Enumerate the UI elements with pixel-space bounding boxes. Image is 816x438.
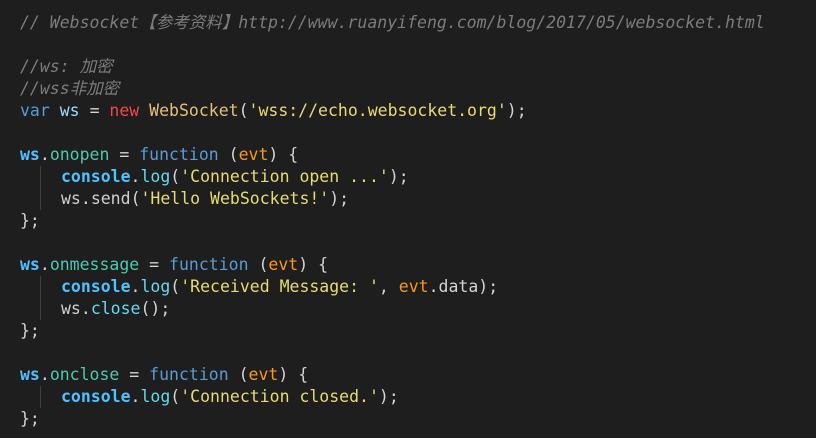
code-line: console.log('Connection closed.');	[61, 386, 399, 408]
indent-guide	[40, 386, 41, 408]
code-line: //ws: 加密	[20, 56, 113, 78]
code-token-wstext: ws	[61, 189, 81, 208]
code-token-ident: ws	[20, 145, 40, 164]
code-line: ws.close();	[61, 298, 170, 320]
code-token-ident: ws	[20, 365, 40, 384]
code-line: //wss非加密	[20, 78, 119, 100]
code-token-string: 'Received Message: '	[180, 277, 379, 296]
code-line: console.log('Connection open ...');	[61, 166, 409, 188]
code-token-punct: .	[39, 365, 50, 384]
code-token-op: =	[109, 145, 140, 164]
code-token-string: 'Hello WebSockets!'	[140, 189, 330, 208]
code-token-console: console	[61, 277, 131, 296]
code-token-var: ws	[49, 101, 90, 120]
code-token-method: close	[90, 299, 141, 318]
code-token-punct: );	[506, 101, 527, 120]
code-token-punct: ,	[378, 277, 399, 296]
code-token-class: WebSocket	[149, 101, 239, 120]
code-token-punct: );	[388, 167, 409, 186]
code-token-punct: ();	[140, 299, 171, 318]
code-token-punct: (	[248, 255, 269, 274]
code-token-punct: ) {	[298, 255, 329, 274]
code-token-method: log	[140, 387, 171, 406]
code-token-param: evt	[238, 145, 269, 164]
code-token-op: =	[139, 255, 170, 274]
code-line: };	[20, 408, 40, 430]
code-token-comment: //ws: 加密	[20, 57, 113, 76]
code-line: console.log('Received Message: ', evt.da…	[61, 276, 498, 298]
code-token-string: 'wss://echo.websocket.org'	[248, 101, 507, 120]
code-token-prop: onclose	[49, 365, 120, 384]
code-line: ws.send('Hello WebSockets!');	[61, 188, 349, 210]
code-token-func-kw: function	[169, 255, 249, 274]
code-line: ws.onclose = function (evt) {	[20, 364, 308, 386]
code-line: var ws = new WebSocket('wss://echo.webso…	[20, 100, 527, 122]
code-token-punct: .	[130, 387, 141, 406]
code-token-punct: );	[378, 387, 399, 406]
code-token-punct: .	[130, 167, 141, 186]
code-token-punct: .	[39, 145, 50, 164]
code-line: ws.onmessage = function (evt) {	[20, 254, 328, 276]
code-token-wstext: send	[90, 189, 131, 208]
code-token-punct: .	[130, 277, 141, 296]
code-token-console: console	[61, 387, 131, 406]
code-line: };	[20, 320, 40, 342]
code-token-punct: .	[39, 255, 50, 274]
code-token-punct: (	[170, 167, 181, 186]
code-token-param: evt	[248, 365, 279, 384]
code-token-punct: (	[130, 189, 141, 208]
code-token-op: =	[119, 365, 150, 384]
code-token-func-kw: function	[139, 145, 219, 164]
code-token-string: 'Connection closed.'	[180, 387, 379, 406]
code-line: // Websocket【参考资料】http://www.ruanyifeng.…	[20, 12, 765, 34]
code-token-punct: .	[80, 189, 91, 208]
code-token-string: 'Connection open ...'	[180, 167, 389, 186]
indent-guide	[40, 166, 41, 210]
code-token-punct: (	[218, 145, 239, 164]
code-token-prop: onmessage	[49, 255, 140, 274]
code-token-punct: };	[20, 211, 40, 230]
code-token-punct: (	[170, 387, 181, 406]
code-token-punct: };	[20, 321, 40, 340]
code-token-param: evt	[398, 277, 429, 296]
code-token-console: console	[61, 167, 131, 186]
code-token-punct: .data);	[428, 277, 499, 296]
code-token-ident: ws	[20, 255, 40, 274]
code-token-method: log	[140, 277, 171, 296]
code-token-comment: //wss非加密	[20, 79, 120, 98]
code-line: };	[20, 210, 40, 232]
code-token-op: =	[89, 101, 100, 120]
code-token-punct: (	[228, 365, 249, 384]
code-token-punct: (	[238, 101, 249, 120]
code-token-keyword: var	[20, 101, 50, 120]
code-token-func-kw: function	[149, 365, 229, 384]
code-token-punct: ) {	[268, 145, 299, 164]
code-token-punct: (	[170, 277, 181, 296]
code-token-prop: onopen	[49, 145, 110, 164]
code-token-param: evt	[268, 255, 299, 274]
code-token-method: log	[140, 167, 171, 186]
code-token-comment: // Websocket【参考资料】http://www.ruanyifeng.…	[20, 13, 765, 32]
code-token-new: new	[99, 101, 150, 120]
code-editor[interactable]: // Websocket【参考资料】http://www.ruanyifeng.…	[0, 0, 816, 438]
code-token-punct: .	[80, 299, 91, 318]
indent-guide	[40, 276, 41, 320]
code-token-punct: );	[329, 189, 350, 208]
code-line: ws.onopen = function (evt) {	[20, 144, 298, 166]
code-token-wstext: ws	[61, 299, 81, 318]
code-token-punct: };	[20, 409, 40, 428]
code-token-punct: ) {	[278, 365, 309, 384]
